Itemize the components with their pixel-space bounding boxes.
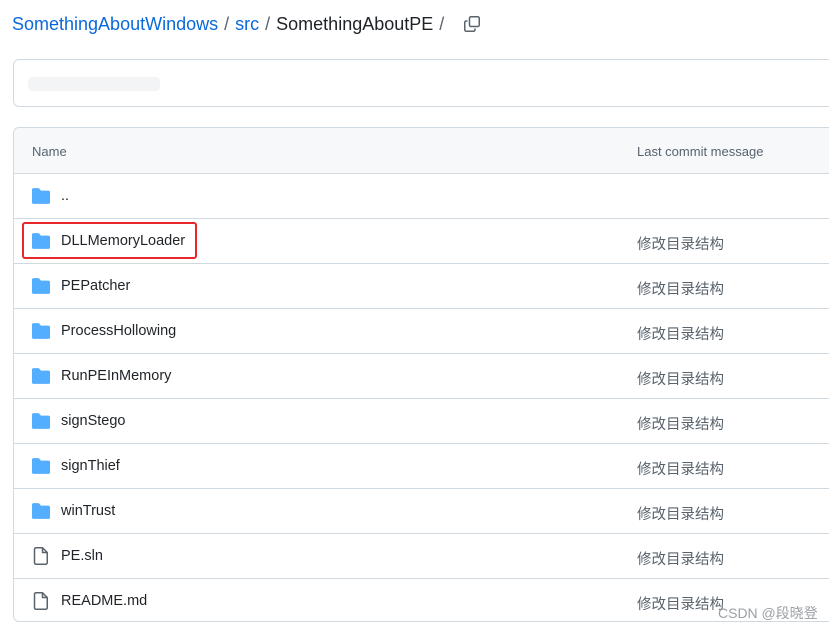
table-row[interactable]: signStego 修改目录结构 <box>14 399 829 444</box>
row-commit-message[interactable]: 修改目录结构 <box>637 278 724 299</box>
row-name-link[interactable]: DLLMemoryLoader <box>61 233 185 249</box>
folder-icon <box>32 278 50 294</box>
folder-icon <box>32 458 50 474</box>
row-name-link[interactable]: signThief <box>61 458 120 474</box>
row-name-link[interactable]: winTrust <box>61 503 115 519</box>
row-commit-message[interactable]: 修改目录结构 <box>637 593 724 614</box>
row-name-link[interactable]: .. <box>61 188 69 204</box>
breadcrumb-separator: / <box>224 13 230 34</box>
folder-icon <box>32 413 50 429</box>
row-commit-message[interactable]: 修改目录结构 <box>637 413 724 434</box>
copy-icon <box>464 16 481 32</box>
row-commit-message[interactable]: 修改目录结构 <box>637 548 724 569</box>
row-commit-message[interactable]: 修改目录结构 <box>637 368 724 389</box>
file-icon <box>32 592 50 610</box>
folder-icon <box>32 323 50 339</box>
table-row[interactable]: signThief 修改目录结构 <box>14 444 829 489</box>
table-body: .. DLLMemoryLoader 修改目录结构 PEPatcher 修改目录结构 Pr… <box>14 174 829 621</box>
watermark: CSDN @段晓登 <box>718 605 818 621</box>
breadcrumb-src-link[interactable]: src <box>235 14 259 35</box>
row-name-link[interactable]: ProcessHollowing <box>61 323 176 339</box>
folder-icon <box>32 368 50 384</box>
table-header: Name Last commit message <box>14 128 829 174</box>
breadcrumb: SomethingAboutWindows / src / SomethingA… <box>12 12 484 36</box>
latest-commit-box <box>13 59 829 107</box>
row-name-link[interactable]: signStego <box>61 413 126 429</box>
row-commit-message[interactable]: 修改目录结构 <box>637 233 724 254</box>
breadcrumb-repo-link[interactable]: SomethingAboutWindows <box>12 14 218 35</box>
row-commit-message[interactable]: 修改目录结构 <box>637 503 724 524</box>
file-table: Name Last commit message .. DLLMemoryLoad… <box>13 127 829 622</box>
breadcrumb-separator: / <box>439 13 445 34</box>
row-name-link[interactable]: PEPatcher <box>61 278 130 294</box>
page: SomethingAboutWindows / src / SomethingA… <box>0 0 829 630</box>
table-row[interactable]: winTrust 修改目录结构 <box>14 489 829 534</box>
column-header-commit: Last commit message <box>637 144 764 159</box>
table-row[interactable]: PEPatcher 修改目录结构 <box>14 264 829 309</box>
table-row[interactable]: RunPEInMemory 修改目录结构 <box>14 354 829 399</box>
loading-skeleton <box>28 77 160 91</box>
row-name-link[interactable]: PE.sln <box>61 548 103 564</box>
table-row[interactable]: PE.sln 修改目录结构 <box>14 534 829 579</box>
file-icon <box>32 547 50 565</box>
table-row[interactable]: README.md 修改目录结构 <box>14 579 829 621</box>
row-commit-message[interactable]: 修改目录结构 <box>637 458 724 479</box>
row-name-link[interactable]: RunPEInMemory <box>61 368 171 384</box>
folder-icon <box>32 233 50 249</box>
column-header-name: Name <box>32 144 67 159</box>
row-commit-message[interactable]: 修改目录结构 <box>637 323 724 344</box>
copy-path-button[interactable] <box>460 12 484 36</box>
folder-icon <box>32 503 50 519</box>
folder-icon <box>32 188 50 204</box>
breadcrumb-current: SomethingAboutPE <box>276 13 434 34</box>
table-row[interactable]: DLLMemoryLoader 修改目录结构 <box>14 219 829 264</box>
row-name-link[interactable]: README.md <box>61 593 147 609</box>
table-row[interactable]: .. <box>14 174 829 219</box>
breadcrumb-separator: / <box>265 13 271 34</box>
table-row[interactable]: ProcessHollowing 修改目录结构 <box>14 309 829 354</box>
